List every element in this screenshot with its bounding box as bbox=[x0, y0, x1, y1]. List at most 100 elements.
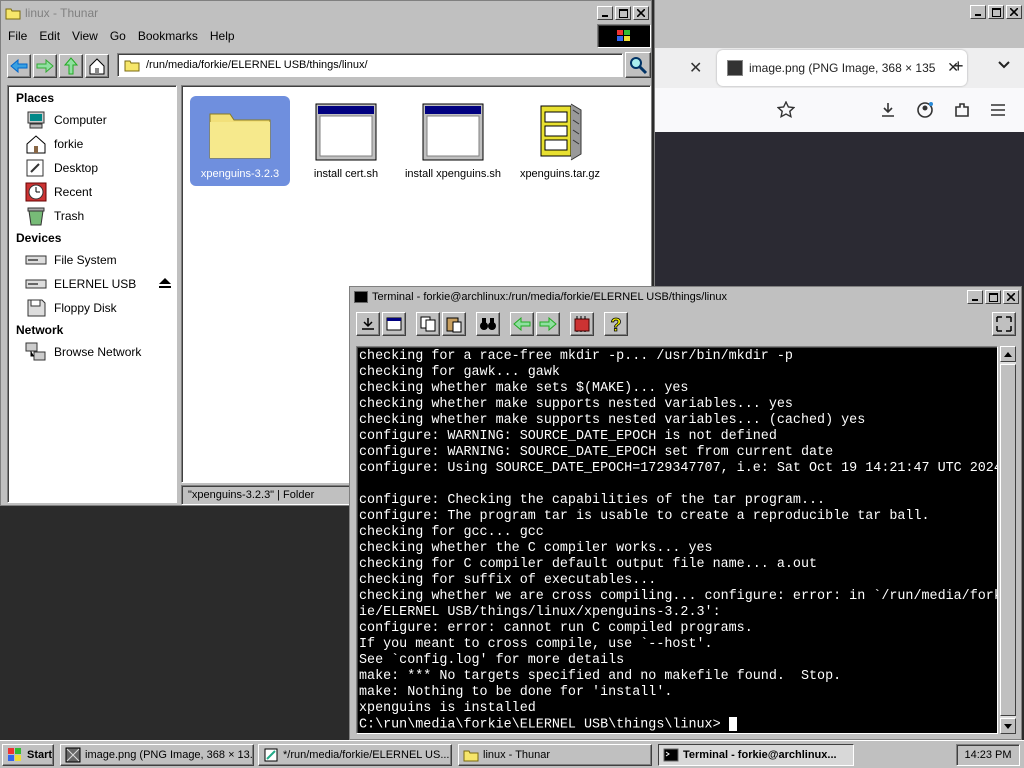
minimize-button[interactable] bbox=[970, 5, 986, 19]
terminal-line-segment: checking whether we are cross compiling.… bbox=[359, 589, 998, 604]
terminal-line: checking whether the C compiler works...… bbox=[359, 541, 713, 556]
firefox-titlebar[interactable] bbox=[655, 0, 1024, 24]
close-button[interactable] bbox=[1006, 5, 1022, 19]
arrow-left-icon bbox=[10, 59, 28, 73]
up-button[interactable] bbox=[59, 54, 83, 78]
terminal-titlebar[interactable]: Terminal - forkie@archlinux:/run/media/f… bbox=[350, 287, 1021, 307]
terminal-line: checking for gcc... gcc bbox=[359, 525, 544, 540]
sidebar-item-desktop[interactable]: Desktop bbox=[8, 156, 176, 180]
extensions-icon[interactable] bbox=[953, 101, 971, 124]
sidebar-item-forkie[interactable]: forkie bbox=[8, 132, 176, 156]
thunar-toolbar: /run/media/forkie/ELERNEL USB/things/lin… bbox=[7, 51, 651, 81]
fullscreen-button[interactable] bbox=[992, 312, 1016, 336]
file-item-install-xpenguins[interactable]: install xpenguins.sh bbox=[403, 96, 503, 186]
help-button[interactable]: ? bbox=[604, 312, 628, 336]
task-terminal[interactable]: Terminal - forkie@archlinux... bbox=[658, 744, 854, 766]
mark-button[interactable] bbox=[356, 312, 380, 336]
file-item-install-cert[interactable]: install cert.sh bbox=[296, 96, 396, 186]
task-editor[interactable]: */run/media/forkie/ELERNEL US... bbox=[258, 744, 452, 766]
drive-icon bbox=[24, 273, 48, 295]
terminal-line: checking whether make supports nested va… bbox=[359, 413, 866, 428]
maximize-button[interactable] bbox=[988, 5, 1004, 19]
terminal-line: If you meant to cross compile, use `--ho… bbox=[359, 637, 713, 652]
task-thunar[interactable]: linux - Thunar bbox=[458, 744, 652, 766]
maximize-button[interactable] bbox=[985, 290, 1001, 304]
previous-button[interactable] bbox=[510, 312, 534, 336]
mark-icon bbox=[362, 318, 374, 330]
terminal-line: See `config.log' for more details bbox=[359, 653, 625, 668]
sidebar-item-browse-network[interactable]: Browse Network bbox=[8, 340, 176, 364]
sidebar-item-label: Browse Network bbox=[54, 345, 142, 359]
copy-button[interactable] bbox=[416, 312, 440, 336]
file-item-xpenguins-tarball[interactable]: xpenguins.tar.gz bbox=[510, 96, 610, 186]
minimize-button[interactable] bbox=[967, 290, 983, 304]
settings-button[interactable] bbox=[570, 312, 594, 336]
terminal-line: configure: error: cannot run C compiled … bbox=[359, 621, 753, 636]
download-icon[interactable] bbox=[879, 101, 897, 124]
list-tabs-button[interactable] bbox=[997, 57, 1011, 73]
minimize-button[interactable] bbox=[597, 6, 613, 20]
task-label: */run/media/forkie/ELERNEL US... bbox=[283, 749, 450, 761]
next-button[interactable] bbox=[536, 312, 560, 336]
terminal-line: checking whether make supports nested va… bbox=[359, 397, 793, 412]
sidebar-item-file-system[interactable]: File System bbox=[8, 248, 176, 272]
scroll-down-button[interactable] bbox=[1000, 718, 1016, 734]
menu-go[interactable]: Go bbox=[105, 29, 131, 43]
forward-button[interactable] bbox=[33, 54, 57, 78]
folder-icon bbox=[190, 100, 290, 164]
folder-icon bbox=[124, 60, 140, 72]
scroll-thumb[interactable] bbox=[1000, 364, 1016, 716]
clock: 14:23 PM bbox=[956, 744, 1020, 766]
menu-view[interactable]: View bbox=[67, 29, 103, 43]
new-tab-button[interactable]: + bbox=[953, 56, 964, 77]
menu-hamburger-icon[interactable] bbox=[989, 101, 1007, 124]
task-label: image.png (PNG Image, 368 × 13... bbox=[85, 749, 254, 761]
file-item-xpenguins-folder[interactable]: xpenguins-3.2.3 bbox=[190, 96, 290, 186]
menu-file[interactable]: File bbox=[3, 29, 32, 43]
home-button[interactable] bbox=[85, 54, 109, 78]
terminal-output[interactable]: checking for a race-free mkdir -p... /us… bbox=[356, 346, 998, 734]
terminal-line: checking whether make sets $(MAKE)... ye… bbox=[359, 381, 689, 396]
back-button[interactable] bbox=[7, 54, 31, 78]
close-button[interactable] bbox=[633, 6, 649, 20]
sidebar-item-elernel-usb[interactable]: ELERNEL USB bbox=[8, 272, 176, 296]
sidebar-item-floppy-disk[interactable]: Floppy Disk bbox=[8, 296, 176, 320]
eject-icon[interactable] bbox=[158, 277, 172, 292]
desktop-icon bbox=[24, 157, 48, 179]
terminal-scrollbar[interactable] bbox=[1000, 346, 1016, 734]
start-button[interactable]: Start bbox=[2, 744, 54, 766]
sidebar-item-label: Recent bbox=[54, 185, 93, 199]
menu-bookmarks[interactable]: Bookmarks bbox=[133, 29, 203, 43]
location-bar[interactable]: /run/media/forkie/ELERNEL USB/things/lin… bbox=[117, 53, 623, 77]
terminal-line: configure: Using SOURCE_DATE_EPOCH=17293… bbox=[359, 461, 998, 476]
search-button[interactable] bbox=[625, 52, 651, 78]
menu-help[interactable]: Help bbox=[205, 29, 240, 43]
sidebar-header-network: Network bbox=[16, 323, 64, 337]
sidebar-item-recent[interactable]: Recent bbox=[8, 180, 176, 204]
script-icon bbox=[296, 100, 396, 164]
thunar-titlebar[interactable]: linux - Thunar bbox=[1, 1, 651, 25]
window-button[interactable] bbox=[382, 312, 406, 336]
sidebar-item-label: Trash bbox=[54, 209, 85, 223]
thunar-title: linux - Thunar bbox=[25, 6, 99, 20]
find-button[interactable] bbox=[476, 312, 500, 336]
location-path: /run/media/forkie/ELERNEL USB/things/lin… bbox=[146, 59, 368, 71]
sidebar-item-label: Floppy Disk bbox=[54, 301, 117, 315]
sidebar-item-computer[interactable]: Computer bbox=[8, 108, 176, 132]
chevron-down-icon bbox=[998, 61, 1010, 69]
tab-image-png[interactable]: image.png (PNG Image, 368 × 135 ✕ bbox=[717, 50, 967, 86]
scroll-up-button[interactable] bbox=[1000, 346, 1016, 362]
windows-logo-icon bbox=[8, 748, 21, 761]
task-firefox[interactable]: image.png (PNG Image, 368 × 13... bbox=[60, 744, 254, 766]
firefox-window: ✕ image.png (PNG Image, 368 × 135 ✕ + bbox=[654, 0, 1024, 286]
terminal-line: checking for gawk... gawk bbox=[359, 365, 560, 380]
paste-button[interactable] bbox=[442, 312, 466, 336]
menu-edit[interactable]: Edit bbox=[34, 29, 65, 43]
close-button[interactable] bbox=[1003, 290, 1019, 304]
account-icon[interactable] bbox=[916, 101, 934, 124]
sidebar-item-trash[interactable]: Trash bbox=[8, 204, 176, 228]
close-tab-icon[interactable]: ✕ bbox=[689, 58, 702, 78]
bookmark-star-icon[interactable] bbox=[776, 100, 796, 124]
terminal-line: checking for a race-free mkdir -p... /us… bbox=[359, 349, 793, 364]
maximize-button[interactable] bbox=[615, 6, 631, 20]
